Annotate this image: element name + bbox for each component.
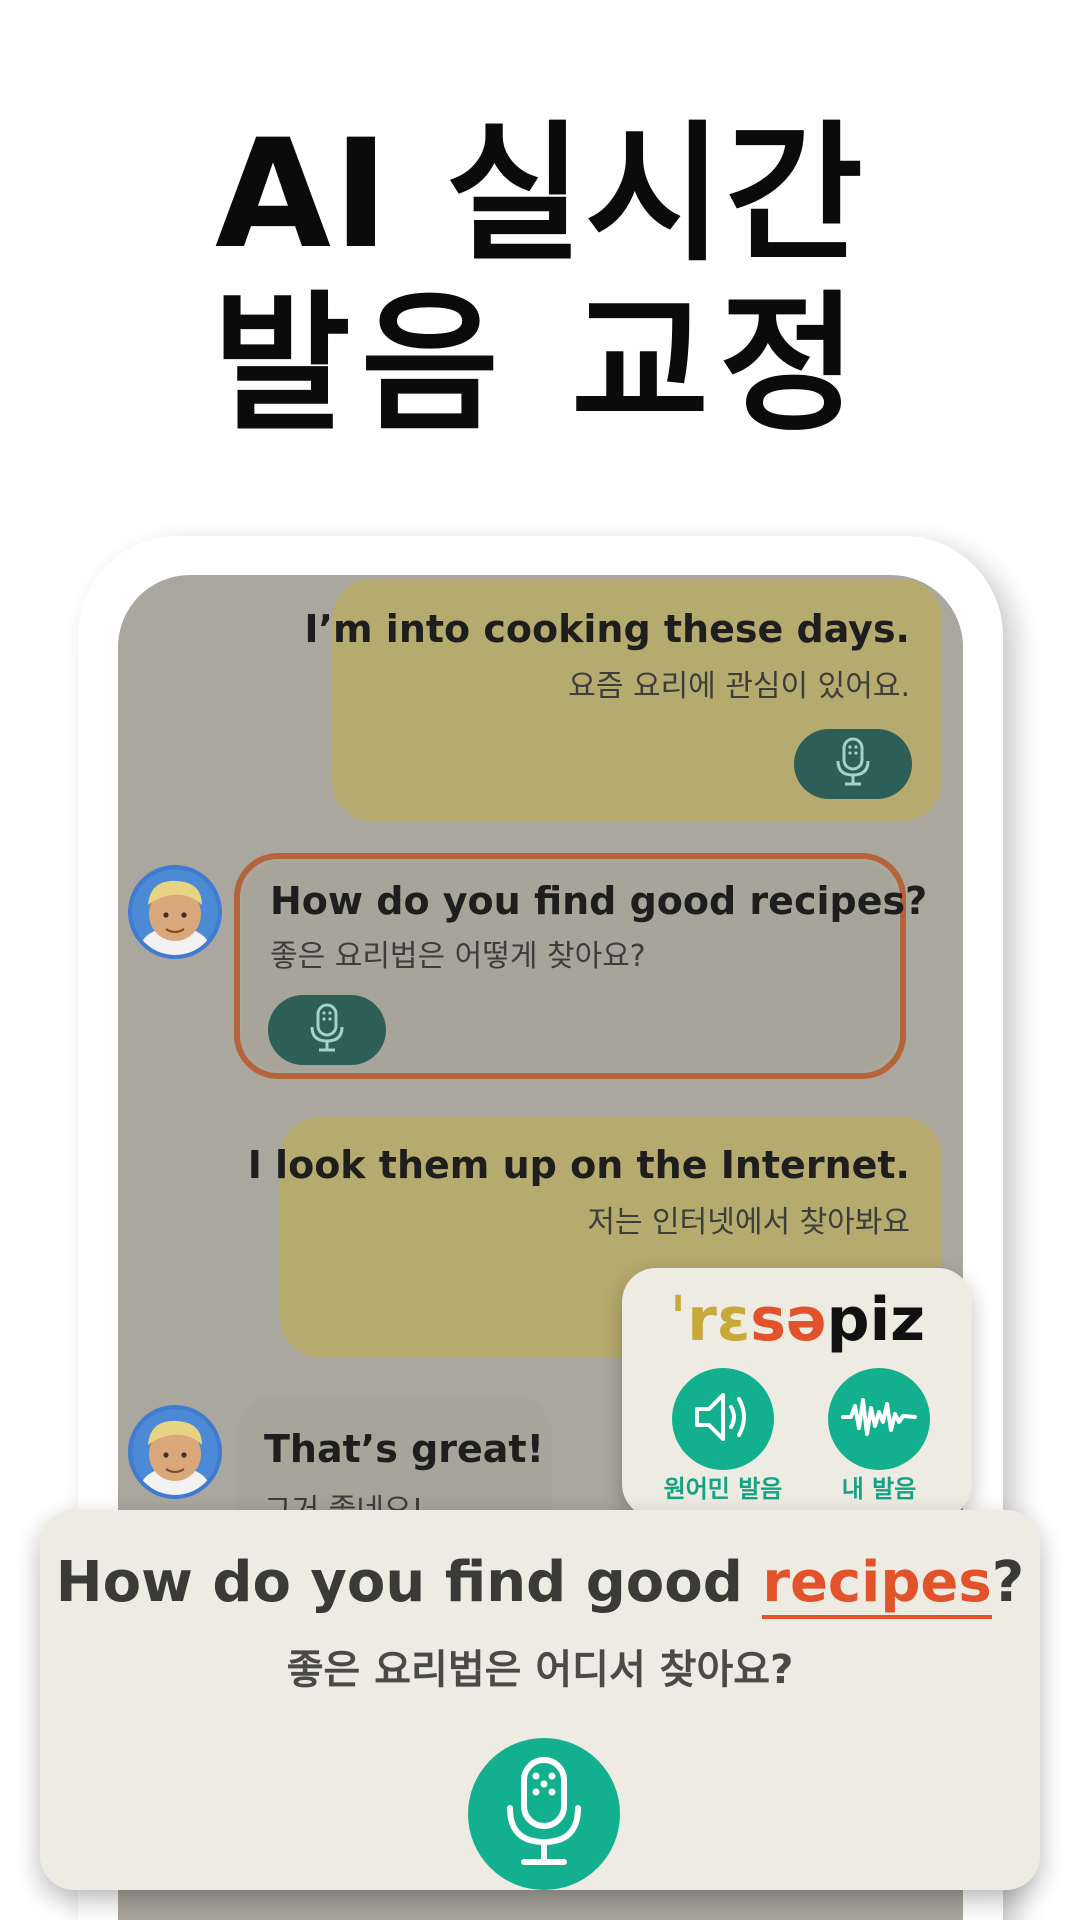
ipa-segment-3: piz [826,1285,926,1355]
play-message-button[interactable] [794,729,912,799]
message-text-en: That’s great! [264,1427,544,1471]
sentence-part: ? [991,1550,1025,1615]
pronunciation-popup: ˈrɛsəpiz 원어민 발음 내 발음 [622,1268,972,1518]
message-text-en: How do you find good recipes? [270,879,928,923]
message-text-en: I look them up on the Internet. [247,1143,910,1187]
my-pronunciation-button[interactable] [828,1368,930,1470]
highlighted-word[interactable]: recipes [762,1550,992,1619]
speaker-icon [691,1387,755,1451]
headline-line-2: 발음 교정 [212,278,868,452]
waveform-icon [841,1392,917,1446]
play-message-button[interactable] [268,995,386,1065]
microphone-icon [835,737,871,791]
message-text-ko: 저는 인터넷에서 찾아봐요 [587,1205,910,1240]
message-text-en: I’m into cooking these days. [304,607,910,651]
message-text-ko: 좋은 요리법은 어떻게 찾아요? [270,939,646,974]
practice-sentence-ko: 좋은 요리법은 어디서 찾아요? [286,1647,794,1693]
headline-line-1: AI 실시간 [214,108,866,282]
practice-sentence-en: How do you find good recipes? [40,1548,1040,1619]
native-pronunciation-button[interactable] [672,1368,774,1470]
record-button[interactable] [468,1738,620,1890]
ipa-segment-1: ˈrɛ [668,1285,751,1355]
message-text-ko: 요즘 요리에 관심이 있어요. [568,669,910,704]
page-headline: AI 실시간 발음 교정 [0,110,1080,450]
my-pronunciation-label: 내 발음 [841,1475,917,1503]
native-pronunciation-label: 원어민 발음 [663,1475,783,1503]
ipa-transcription: ˈrɛsəpiz [622,1284,972,1356]
microphone-icon [309,1003,345,1057]
user-message-1: I’m into cooking these days. 요즘 요리에 관심이 … [304,579,942,821]
avatar [128,1405,222,1499]
microphone-icon [504,1756,584,1872]
practice-card: How do you find good recipes? 좋은 요리법은 어디… [40,1510,1040,1890]
ai-message-1[interactable]: How do you find good recipes? 좋은 요리법은 어떻… [242,861,927,1071]
ipa-segment-2: sə [750,1285,827,1355]
avatar [128,865,222,959]
sentence-part: How do you find good [55,1550,763,1615]
